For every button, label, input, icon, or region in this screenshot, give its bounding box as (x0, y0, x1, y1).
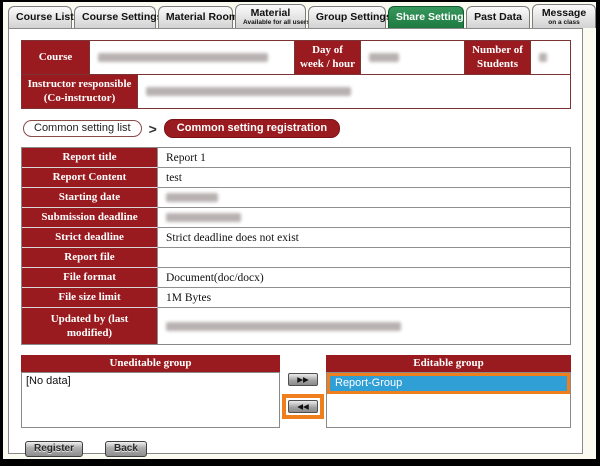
tab-sublabel: on a class (540, 19, 588, 26)
redacted-submission-deadline (166, 213, 241, 222)
action-bar: Register Back (21, 441, 571, 457)
tab-course-settings[interactable]: Course Settings (74, 6, 156, 28)
table-row-file-format: File format Document(doc/docx) (22, 268, 570, 288)
row-value (158, 188, 570, 208)
editable-group-panel: Editable group Report-Group (326, 355, 571, 428)
table-row-report-file: Report file (22, 248, 570, 268)
tab-group-settings[interactable]: Group Settings (308, 6, 386, 28)
row-label: Updated by (last modified) (22, 308, 158, 344)
redacted-instructor-name (146, 87, 351, 96)
redacted-course-name (98, 53, 268, 62)
day-of-week-label: Day of week / hour (295, 41, 361, 74)
row-label: File size limit (22, 288, 158, 308)
group-assignment-section: Uneditable group [No data] ▶▶ ◀◀ Editabl… (21, 355, 571, 428)
tab-course-list[interactable]: Course List (8, 6, 72, 28)
annotation-highlight-selected-group: Report-Group (327, 373, 570, 394)
chevron-right-icon: > (149, 121, 157, 137)
redacted-updated-by (166, 322, 401, 331)
row-value (158, 308, 570, 344)
tab-sublabel: Available for all users (243, 19, 298, 26)
editable-group-list[interactable]: Report-Group (326, 372, 571, 428)
table-row-report-content: Report Content test (22, 168, 570, 188)
row-label: Report Content (22, 168, 158, 188)
row-label: File format (22, 268, 158, 288)
tab-bar: Course List Course Settings Material Roo… (3, 2, 596, 28)
instructor-label: Instructor responsible (Co-instructor) (22, 75, 138, 108)
table-row-starting-date: Starting date (22, 188, 570, 208)
tab-label: Group Settings (316, 11, 378, 23)
editable-group-title: Editable group (326, 355, 571, 372)
move-right-button[interactable]: ▶▶ (288, 373, 318, 386)
uneditable-group-panel: Uneditable group [No data] (21, 355, 280, 428)
tab-past-data[interactable]: Past Data (466, 6, 530, 28)
row-label: Report title (22, 148, 158, 168)
share-settings-page: Course List Course Settings Material Roo… (0, 0, 600, 466)
row-value (158, 208, 570, 228)
row-value (158, 248, 570, 268)
row-value: Document(doc/docx) (158, 268, 570, 288)
course-info-table: Course Day of week / hour Number of Stud… (21, 40, 571, 109)
course-info-row-2: Instructor responsible (Co-instructor) (22, 75, 570, 108)
tab-label: Share Settings (396, 11, 456, 23)
breadcrumb: Common setting list > Common setting reg… (23, 119, 571, 138)
common-setting-list-button[interactable]: Common setting list (23, 120, 142, 137)
annotation-highlight-move-left: ◀◀ (282, 394, 324, 419)
tab-label: Material Room (166, 11, 225, 23)
tab-share-settings[interactable]: Share Settings (388, 6, 464, 28)
redacted-student-count (539, 53, 547, 62)
back-button[interactable]: Back (105, 441, 147, 457)
row-value: 1M Bytes (158, 288, 570, 308)
tab-material-all-users[interactable]: Material Available for all users (235, 4, 306, 28)
uneditable-group-title: Uneditable group (21, 355, 280, 372)
course-value (90, 41, 295, 74)
redacted-starting-date (166, 193, 218, 202)
table-row-submission-deadline: Submission deadline (22, 208, 570, 228)
row-label: Strict deadline (22, 228, 158, 248)
table-row-updated-by: Updated by (last modified) (22, 308, 570, 344)
group-move-controls: ▶▶ ◀◀ (280, 355, 326, 428)
no-data-text: [No data] (22, 373, 279, 389)
row-label: Report file (22, 248, 158, 268)
tab-label: Material (243, 7, 298, 19)
course-label: Course (22, 41, 90, 74)
uneditable-group-list[interactable]: [No data] (21, 372, 280, 428)
report-detail-table: Report title Report 1 Report Content tes… (21, 147, 571, 345)
tab-label: Past Data (474, 11, 522, 23)
day-of-week-value (361, 41, 465, 74)
redacted-day-of-week (369, 53, 399, 62)
instructor-value (138, 75, 570, 108)
table-row-file-size-limit: File size limit 1M Bytes (22, 288, 570, 308)
main-panel: Course Day of week / hour Number of Stud… (8, 28, 583, 454)
row-value: Report 1 (158, 148, 570, 168)
tab-label: Course List (16, 11, 64, 23)
common-setting-registration-button[interactable]: Common setting registration (164, 119, 340, 138)
course-info-row-1: Course Day of week / hour Number of Stud… (22, 41, 570, 75)
tab-message-on-class[interactable]: Message on a class (532, 4, 596, 28)
row-label: Starting date (22, 188, 158, 208)
list-item-report-group[interactable]: Report-Group (330, 376, 567, 391)
row-value: test (158, 168, 570, 188)
tab-label: Message (540, 7, 588, 19)
row-value: Strict deadline does not exist (158, 228, 570, 248)
tab-label: Course Settings (82, 11, 148, 23)
table-row-strict-deadline: Strict deadline Strict deadline does not… (22, 228, 570, 248)
tab-material-room[interactable]: Material Room (158, 6, 233, 28)
row-label: Submission deadline (22, 208, 158, 228)
students-value (531, 41, 570, 74)
move-left-button[interactable]: ◀◀ (288, 400, 318, 413)
students-label: Number of Students (465, 41, 531, 74)
table-row-report-title: Report title Report 1 (22, 148, 570, 168)
register-button[interactable]: Register (25, 441, 83, 457)
